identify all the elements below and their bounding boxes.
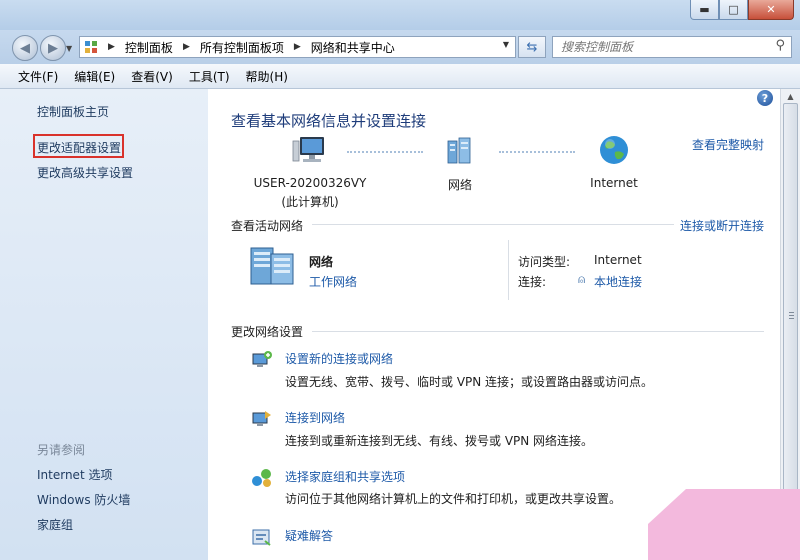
- internet-node-label: Internet: [590, 176, 638, 190]
- new-connection-icon: [251, 350, 273, 370]
- grip-line: [789, 312, 794, 313]
- search-icon[interactable]: ⚲: [775, 38, 785, 53]
- menu-help[interactable]: 帮助(H): [238, 68, 296, 85]
- connect-network-icon: [251, 409, 273, 429]
- maximize-button[interactable]: □: [719, 0, 748, 20]
- access-type-label: 访问类型:: [518, 255, 571, 269]
- title-bar: ▬ □ ✕: [0, 0, 800, 30]
- homegroup-icon: [251, 468, 273, 488]
- troubleshoot-icon: [251, 527, 273, 547]
- scroll-thumb[interactable]: [783, 103, 798, 529]
- network-type-link[interactable]: 工作网络: [309, 273, 357, 290]
- address-dropdown-icon[interactable]: ▼: [503, 40, 509, 49]
- forward-button[interactable]: ▶: [40, 35, 66, 61]
- arrow-right-icon: ▶: [48, 40, 58, 56]
- refresh-icon: ⇆: [526, 39, 538, 55]
- homegroup-link[interactable]: 家庭组: [37, 516, 73, 533]
- help-button[interactable]: ?: [757, 90, 773, 106]
- help-icon: ?: [761, 91, 769, 105]
- search-box: ⚲: [552, 36, 792, 58]
- window-controls: ▬ □ ✕: [690, 0, 794, 20]
- refresh-button[interactable]: ⇆: [518, 36, 546, 58]
- close-button[interactable]: ✕: [748, 0, 794, 20]
- computer-subtitle: (此计算机): [281, 195, 339, 209]
- left-pane: [0, 89, 208, 560]
- breadcrumb-separator-icon: ▶: [293, 42, 301, 52]
- change-advanced-sharing-link[interactable]: 更改高级共享设置: [37, 164, 133, 181]
- globe-icon: [598, 134, 630, 166]
- access-type-value: Internet: [594, 253, 642, 267]
- setup-connection-desc: 设置无线、宽带、拨号、临时或 VPN 连接；或设置路由器或访问点。: [285, 375, 654, 389]
- connection-line: [347, 151, 423, 153]
- search-input[interactable]: [559, 39, 763, 55]
- menu-tools[interactable]: 工具(T): [181, 68, 238, 85]
- connect-disconnect-link[interactable]: 连接或断开连接: [680, 217, 764, 234]
- divider: [312, 331, 764, 332]
- breadcrumb-network-center[interactable]: 网络和共享中心: [311, 39, 395, 56]
- network-icon: [444, 135, 476, 167]
- menu-file[interactable]: 文件(F): [10, 68, 66, 85]
- network-name: 网络: [309, 255, 334, 269]
- menu-edit[interactable]: 编辑(E): [66, 68, 123, 85]
- connection-line: [499, 151, 575, 153]
- setup-connection-link[interactable]: 设置新的连接或网络: [285, 350, 393, 367]
- minimize-icon: ▬: [699, 3, 710, 16]
- computer-icon: [291, 135, 329, 167]
- minimize-button[interactable]: ▬: [690, 0, 719, 20]
- computer-name: USER-20200326VY: [253, 176, 367, 190]
- address-bar[interactable]: ▶ 控制面板 ▶ 所有控制面板项 ▶ 网络和共享中心 ▼: [79, 36, 516, 58]
- change-settings-heading: 更改网络设置: [231, 325, 304, 339]
- recent-pages-dropdown[interactable]: ▼: [66, 44, 72, 53]
- back-button[interactable]: ◀: [12, 35, 38, 61]
- work-network-icon: [247, 244, 299, 288]
- connect-network-desc: 连接到或重新连接到无线、有线、拨号或 VPN 网络连接。: [285, 434, 594, 448]
- ethernet-icon: ⍝: [578, 272, 586, 286]
- windows-firewall-link[interactable]: Windows 防火墙: [37, 491, 130, 508]
- divider: [312, 224, 674, 225]
- arrow-left-icon: ◀: [20, 40, 30, 56]
- connections-label: 连接:: [518, 275, 547, 289]
- troubleshoot-link[interactable]: 疑难解答: [285, 527, 333, 544]
- grip-line: [789, 318, 794, 319]
- local-connection-link[interactable]: 本地连接: [594, 273, 642, 290]
- decorative-overlay: [648, 489, 800, 560]
- highlight-box: [33, 134, 124, 158]
- breadcrumb-all-items[interactable]: 所有控制面板项: [200, 39, 284, 56]
- scroll-up-icon[interactable]: ▲: [783, 89, 798, 104]
- menu-bar: 文件(F) 编辑(E) 查看(V) 工具(T) 帮助(H): [0, 64, 800, 89]
- view-full-map-link[interactable]: 查看完整映射: [692, 136, 764, 153]
- homegroup-sharing-link[interactable]: 选择家庭组和共享选项: [285, 468, 405, 485]
- breadcrumb-control-panel[interactable]: 控制面板: [125, 39, 173, 56]
- see-also-heading: 另请参阅: [37, 443, 86, 457]
- network-node-label: 网络: [447, 178, 472, 192]
- close-icon: ✕: [766, 3, 776, 16]
- menu-view[interactable]: 查看(V): [123, 68, 181, 85]
- connect-network-link[interactable]: 连接到网络: [285, 409, 345, 426]
- control-panel-icon: [84, 40, 98, 54]
- active-networks-heading: 查看活动网络: [231, 219, 304, 233]
- grip-line: [789, 315, 794, 316]
- breadcrumb-separator-icon: ▶: [108, 42, 115, 52]
- page-title: 查看基本网络信息并设置连接: [231, 112, 427, 130]
- homegroup-sharing-desc: 访问位于其他网络计算机上的文件和打印机，或更改共享设置。: [285, 492, 622, 506]
- control-panel-home-link[interactable]: 控制面板主页: [37, 103, 109, 120]
- breadcrumb-separator-icon: ▶: [182, 42, 190, 52]
- maximize-icon: □: [728, 3, 739, 16]
- internet-options-link[interactable]: Internet 选项: [37, 466, 112, 483]
- divider: [508, 240, 509, 300]
